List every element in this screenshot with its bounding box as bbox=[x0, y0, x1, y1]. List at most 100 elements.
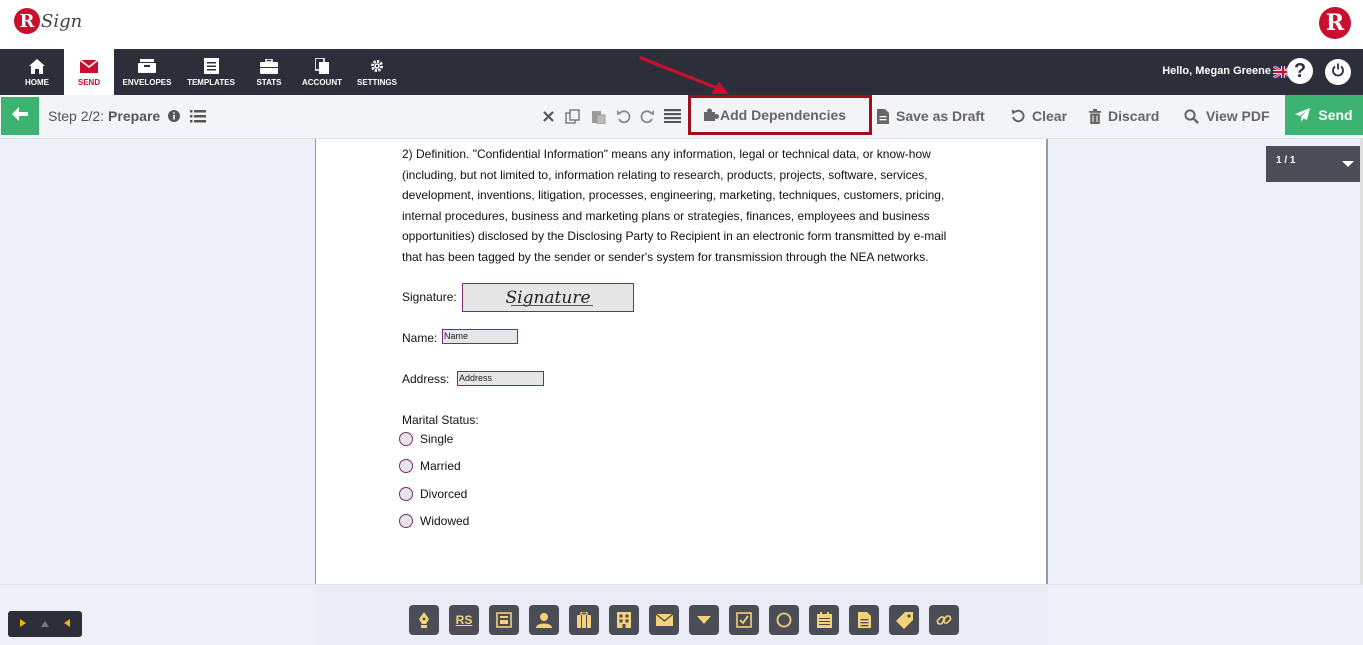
hyperlink-icon[interactable] bbox=[929, 605, 959, 635]
clipboard-icon[interactable] bbox=[569, 605, 599, 635]
nav-home-label: HOME bbox=[25, 78, 49, 87]
nav-send-label: SEND bbox=[77, 78, 101, 87]
signature-field[interactable]: Signature bbox=[462, 283, 634, 312]
add-dependencies-label: Add Dependencies bbox=[720, 107, 847, 123]
nav-stats[interactable]: STATS bbox=[248, 49, 290, 95]
nav-settings[interactable]: SETTINGS bbox=[354, 49, 400, 95]
logo-letter: R bbox=[14, 8, 40, 34]
save-draft-button[interactable]: Save as Draft bbox=[877, 95, 985, 137]
date-stamp-icon[interactable] bbox=[489, 605, 519, 635]
radio-label: Married bbox=[420, 459, 461, 473]
file-icon bbox=[877, 108, 889, 124]
align-justify-icon[interactable] bbox=[662, 106, 682, 126]
rsign-logo[interactable]: R Sign bbox=[14, 8, 82, 34]
info-icon[interactable] bbox=[168, 110, 181, 122]
close-icon[interactable] bbox=[538, 106, 558, 126]
text-icon[interactable] bbox=[849, 605, 879, 635]
arrow-up-icon[interactable] bbox=[40, 615, 50, 633]
radio-option-married[interactable]: Married bbox=[399, 459, 461, 473]
paste-icon[interactable] bbox=[588, 106, 608, 126]
paragraph-line: (including, but not limited to, informat… bbox=[402, 167, 928, 182]
definition-paragraph: 2) Definition. "Confidential Information… bbox=[402, 144, 962, 268]
play-left-icon[interactable] bbox=[63, 615, 71, 633]
nav-templates-label: TEMPLATES bbox=[187, 78, 235, 87]
paragraph-line: internal procedures, business and market… bbox=[402, 208, 930, 223]
discard-button[interactable]: Discard bbox=[1089, 95, 1159, 137]
trash-icon bbox=[1089, 108, 1101, 124]
view-pdf-button[interactable]: View PDF bbox=[1184, 95, 1270, 137]
radio-icon[interactable] bbox=[769, 605, 799, 635]
dropdown-icon[interactable] bbox=[689, 605, 719, 635]
save-draft-label: Save as Draft bbox=[896, 108, 985, 124]
name-label: Name: bbox=[402, 331, 438, 345]
email-icon[interactable] bbox=[649, 605, 679, 635]
radio-option-single[interactable]: Single bbox=[399, 432, 453, 446]
address-field[interactable]: Address bbox=[457, 371, 544, 386]
paragraph-line: opportunities) disclosed by the Disclosi… bbox=[402, 229, 947, 244]
power-icon bbox=[1331, 63, 1345, 82]
top-header: R Sign R bbox=[0, 0, 1363, 49]
nav-stats-label: STATS bbox=[256, 78, 282, 87]
paragraph-line: development, inventions, litigation, pro… bbox=[402, 188, 945, 203]
company-icon[interactable] bbox=[609, 605, 639, 635]
home-icon bbox=[29, 57, 45, 75]
help-button[interactable]: ? bbox=[1287, 58, 1313, 84]
label-icon[interactable] bbox=[889, 605, 919, 635]
logout-button[interactable] bbox=[1325, 59, 1351, 85]
nav-settings-label: SETTINGS bbox=[356, 78, 397, 87]
account-icon bbox=[315, 57, 329, 75]
nav-envelopes-label: ENVELOPES bbox=[122, 78, 172, 87]
user-icon[interactable] bbox=[529, 605, 559, 635]
step-name: Prepare bbox=[108, 108, 161, 124]
copy-icon[interactable] bbox=[562, 106, 582, 126]
page-indicator: 1 / 1 bbox=[1276, 155, 1296, 166]
play-right-icon[interactable] bbox=[19, 615, 27, 633]
redo-icon[interactable] bbox=[637, 106, 657, 126]
pen-icon[interactable] bbox=[409, 605, 439, 635]
step-prefix: Step 2/2: bbox=[48, 108, 105, 124]
step-indicator: Step 2/2: Prepare bbox=[48, 108, 207, 124]
checkbox-icon[interactable] bbox=[729, 605, 759, 635]
radio-option-widowed[interactable]: Widowed bbox=[399, 514, 469, 528]
inbox-icon bbox=[138, 57, 156, 75]
undo-icon[interactable] bbox=[613, 106, 633, 126]
signature-underline bbox=[511, 305, 593, 306]
list-icon[interactable] bbox=[190, 109, 207, 123]
radio-option-divorced[interactable]: Divorced bbox=[399, 487, 467, 501]
clear-label: Clear bbox=[1032, 108, 1068, 124]
send-button[interactable]: Send bbox=[1285, 95, 1363, 135]
radio-button[interactable] bbox=[399, 514, 413, 528]
control-strip: RS bbox=[0, 584, 1363, 645]
name-field[interactable]: Name bbox=[442, 329, 518, 344]
greeting: Hello, Megan Greene bbox=[1162, 65, 1271, 77]
briefcase-icon bbox=[260, 57, 278, 75]
radio-button[interactable] bbox=[399, 459, 413, 473]
paragraph-line: that has been tagged by the sender or se… bbox=[402, 249, 929, 264]
calendar-icon[interactable] bbox=[809, 605, 839, 635]
nav-templates[interactable]: TEMPLATES bbox=[182, 49, 240, 95]
clear-button[interactable]: Clear bbox=[1011, 95, 1067, 137]
marital-status-label: Marital Status: bbox=[402, 413, 479, 427]
nav-account-label: ACCOUNT bbox=[302, 78, 342, 87]
radio-label: Single bbox=[420, 432, 454, 446]
gear-icon bbox=[370, 57, 384, 75]
rs-label: RS bbox=[455, 613, 473, 627]
chevron-down-icon bbox=[1342, 161, 1354, 167]
nav-envelopes[interactable]: ENVELOPES bbox=[118, 49, 176, 95]
radio-button[interactable] bbox=[399, 432, 413, 446]
puzzle-icon bbox=[704, 107, 720, 124]
nav-account[interactable]: ACCOUNT bbox=[298, 49, 346, 95]
annotation-arrow bbox=[635, 52, 735, 103]
rs-initials-icon[interactable]: RS bbox=[449, 605, 479, 635]
reset-icon bbox=[1011, 109, 1025, 123]
radio-label: Widowed bbox=[420, 514, 470, 528]
back-button[interactable] bbox=[1, 97, 39, 135]
nav-home[interactable]: HOME bbox=[12, 49, 62, 95]
document-page: 2) Definition. "Confidential Information… bbox=[315, 139, 1048, 584]
radio-button[interactable] bbox=[399, 487, 413, 501]
discard-label: Discard bbox=[1108, 108, 1160, 124]
page-selector[interactable]: 1 / 1 bbox=[1266, 146, 1362, 182]
arrow-left-icon bbox=[12, 106, 28, 126]
envelope-icon bbox=[80, 57, 98, 75]
nav-send[interactable]: SEND bbox=[64, 49, 114, 95]
